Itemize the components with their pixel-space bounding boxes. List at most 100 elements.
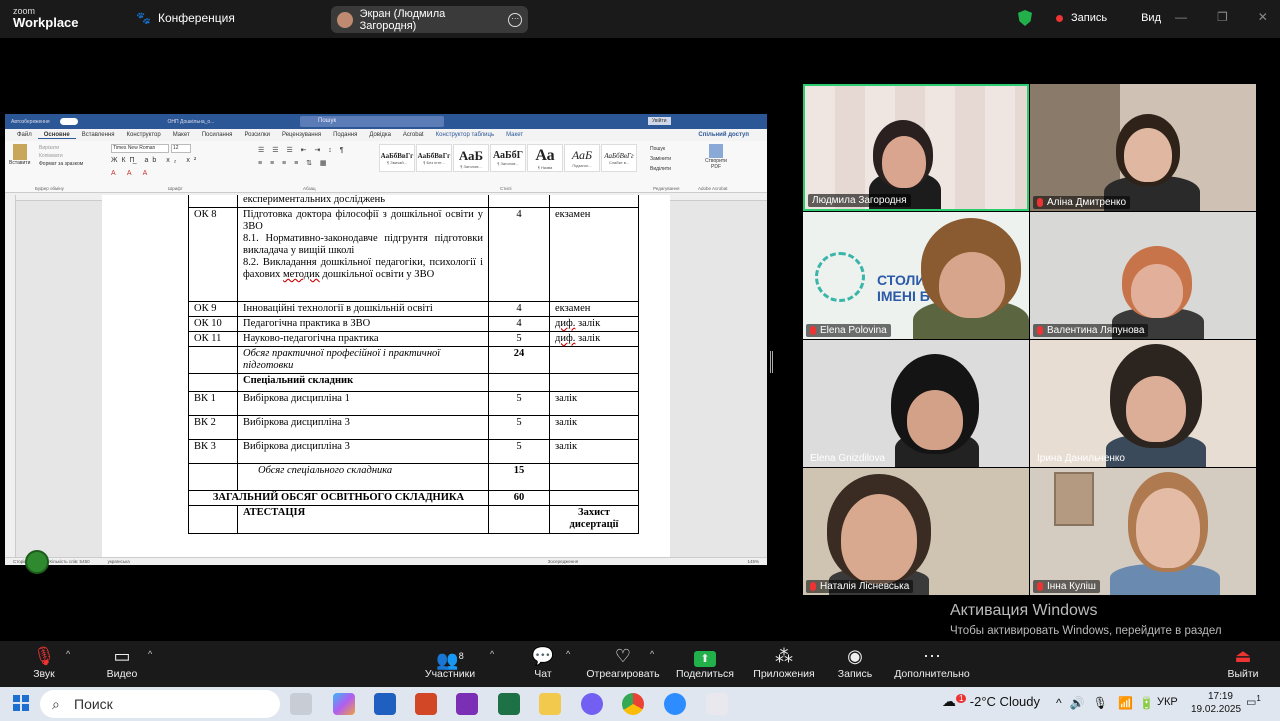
share-doc-button[interactable]: Спільний доступ — [692, 132, 755, 138]
video-tile[interactable]: Elena Gnizdilova — [803, 340, 1029, 467]
chevron-up-icon[interactable]: ^ — [66, 649, 70, 659]
chevron-up-icon[interactable]: ^ — [490, 649, 494, 659]
system-tray-icons[interactable]: ^🔊🎙 — [1056, 696, 1116, 710]
tab-table-layout[interactable]: Макет — [500, 132, 529, 138]
video-tile[interactable]: Наталія Лісневська — [803, 468, 1029, 595]
word-search-box[interactable]: Пошук — [300, 116, 444, 127]
maximize-icon[interactable]: ❐ — [1217, 10, 1228, 24]
style-heading1[interactable]: АаБ ¶ Заголов... — [453, 144, 489, 172]
tab-references[interactable]: Посилання — [196, 132, 239, 138]
paragraph-buttons[interactable]: ☰ ☰ ☰ ⇤ ⇥ ↕ ¶ ≡ ≡ ≡ ≡ ⇅ ▦ — [258, 144, 347, 170]
clock[interactable]: 17:19 19.02.2025 — [1191, 690, 1241, 716]
video-tile[interactable]: СТОЛИЧ ІМЕНІ БО Elena Polovina — [803, 212, 1029, 339]
language-indicator[interactable]: УКР — [1157, 696, 1178, 708]
select-button[interactable]: Виділити — [650, 164, 671, 174]
document-page[interactable]: експериментальних досліджень ОК 8 Підгот… — [102, 195, 670, 557]
participants-button[interactable]: 👥8 Участники — [422, 646, 478, 680]
copy-button[interactable]: Копіювати — [39, 152, 83, 160]
font-format-buttons[interactable]: ЖКП̲ ab x₂ x² — [111, 157, 200, 164]
style-subtle[interactable]: АаБбВвГг Слабке в... — [601, 144, 637, 172]
video-tile[interactable]: Ірина Данильченко — [1030, 340, 1256, 467]
chevron-up-icon[interactable]: ^ — [566, 649, 570, 659]
weather-widget[interactable]: ☁ 1 -2°C Cloudy — [942, 693, 1040, 710]
snipping-tool-icon[interactable] — [706, 693, 728, 715]
network-icons[interactable]: 📶🔋 — [1118, 696, 1160, 710]
format-painter-button[interactable]: Формат за зразком — [39, 160, 83, 168]
chat-button[interactable]: 💬 Чат — [530, 646, 556, 680]
tab-help[interactable]: Довідка — [363, 132, 397, 138]
chrome-icon[interactable] — [622, 693, 644, 715]
font-color-buttons[interactable]: A A A — [111, 170, 152, 177]
create-pdf-button[interactable]: Створити PDF — [703, 144, 729, 170]
file-explorer-icon[interactable] — [539, 693, 561, 715]
video-tile[interactable]: Інна Куліш — [1030, 468, 1256, 595]
tab-insert[interactable]: Вставлення — [76, 132, 121, 138]
style-heading2[interactable]: АаБбГ ¶ Заголов... — [490, 144, 526, 172]
font-name-select[interactable]: Times New Roman — [111, 144, 169, 153]
windows-start-icon[interactable] — [13, 695, 29, 711]
tab-layout[interactable]: Макет — [167, 132, 196, 138]
tab-mailings[interactable]: Розсилки — [238, 132, 276, 138]
close-icon[interactable]: ✕ — [1258, 10, 1268, 24]
conference-menu[interactable]: 🐾 Конференция — [136, 11, 235, 25]
cut-button[interactable]: Вирізати — [39, 144, 83, 152]
task-view-icon[interactable] — [290, 693, 312, 715]
zoom-title-bar: zoom Workplace 🐾 Конференция Экран (Людм… — [0, 0, 1280, 38]
screen-share-pill[interactable]: Экран (Людмила Загородня) ··· — [331, 6, 528, 33]
record-button[interactable]: ◉ Запись — [836, 646, 874, 680]
zoom-logo: zoom Workplace — [13, 6, 79, 30]
video-button[interactable]: ▭ Видео — [105, 646, 139, 680]
more-button[interactable]: ⋯ Дополнительно — [893, 646, 971, 680]
onenote-icon[interactable] — [456, 693, 478, 715]
resize-handle[interactable] — [770, 351, 773, 373]
tab-view[interactable]: Подання — [327, 132, 363, 138]
video-tile[interactable]: Аліна Дмитренко — [1030, 84, 1256, 211]
viber-icon[interactable] — [581, 693, 603, 715]
minimize-icon[interactable]: — — [1175, 10, 1187, 24]
tab-home[interactable]: Основне — [37, 132, 76, 139]
react-button[interactable]: ♡ Отреагировать — [586, 646, 660, 680]
mic-muted-icon — [1037, 198, 1043, 207]
person — [939, 252, 1005, 318]
excel-icon[interactable] — [498, 693, 520, 715]
chevron-up-icon[interactable]: ^ — [650, 649, 654, 659]
autosave-toggle[interactable] — [59, 118, 78, 125]
word-icon[interactable] — [374, 693, 396, 715]
tab-file[interactable]: Файл — [11, 132, 38, 138]
copilot-icon[interactable] — [333, 693, 355, 715]
apps-button[interactable]: ⁂ Приложения — [752, 646, 816, 680]
person — [882, 136, 926, 188]
pdf-icon — [709, 144, 723, 158]
share-screen-button[interactable]: ⬆ Поделиться — [676, 646, 734, 680]
tab-acrobat[interactable]: Acrobat — [397, 132, 430, 138]
replace-button[interactable]: Замінити — [650, 154, 671, 164]
tab-table-design[interactable]: Конструктор таблиць — [430, 132, 500, 138]
leave-button[interactable]: ⏏ Выйти — [1226, 646, 1260, 680]
zoom-icon[interactable] — [664, 693, 686, 715]
powerpoint-icon[interactable] — [415, 693, 437, 715]
annotate-pen-icon[interactable] — [25, 550, 49, 574]
more-icon[interactable]: ··· — [508, 12, 522, 27]
shield-icon[interactable] — [1018, 10, 1032, 26]
style-title[interactable]: Аа ¶ Назва — [527, 144, 563, 172]
style-normal[interactable]: АаБбВвГг ¶ Звичай... — [379, 144, 415, 172]
paste-button[interactable]: Вставити — [9, 144, 30, 166]
taskbar-search[interactable]: ⌕ Поиск — [40, 690, 280, 718]
chevron-up-icon[interactable]: ^ — [148, 649, 152, 659]
font-size-select[interactable]: 12 — [171, 144, 191, 153]
tab-review[interactable]: Рецензування — [276, 132, 327, 138]
video-tile[interactable]: Валентина Ляпунова — [1030, 212, 1256, 339]
notification-icon[interactable]: ▭1 — [1246, 694, 1261, 709]
view-button[interactable]: Вид — [1141, 12, 1161, 24]
record-status[interactable]: Запись — [1071, 12, 1107, 24]
participant-name: Інна Куліш — [1033, 580, 1100, 593]
style-subtitle[interactable]: АаБ Підзагол... — [564, 144, 600, 172]
tab-design[interactable]: Конструктор — [121, 132, 167, 138]
sign-in-button[interactable]: Увійти — [648, 117, 671, 125]
find-button[interactable]: Пошук — [650, 144, 671, 154]
video-tile[interactable]: Людмила Загородня — [803, 84, 1029, 211]
mic-muted-icon — [1037, 582, 1043, 591]
style-no-spacing[interactable]: АаБбВвГг ¶ Без інте... — [416, 144, 452, 172]
mute-button[interactable]: 🎙 Звук — [30, 646, 58, 680]
person — [841, 494, 917, 584]
